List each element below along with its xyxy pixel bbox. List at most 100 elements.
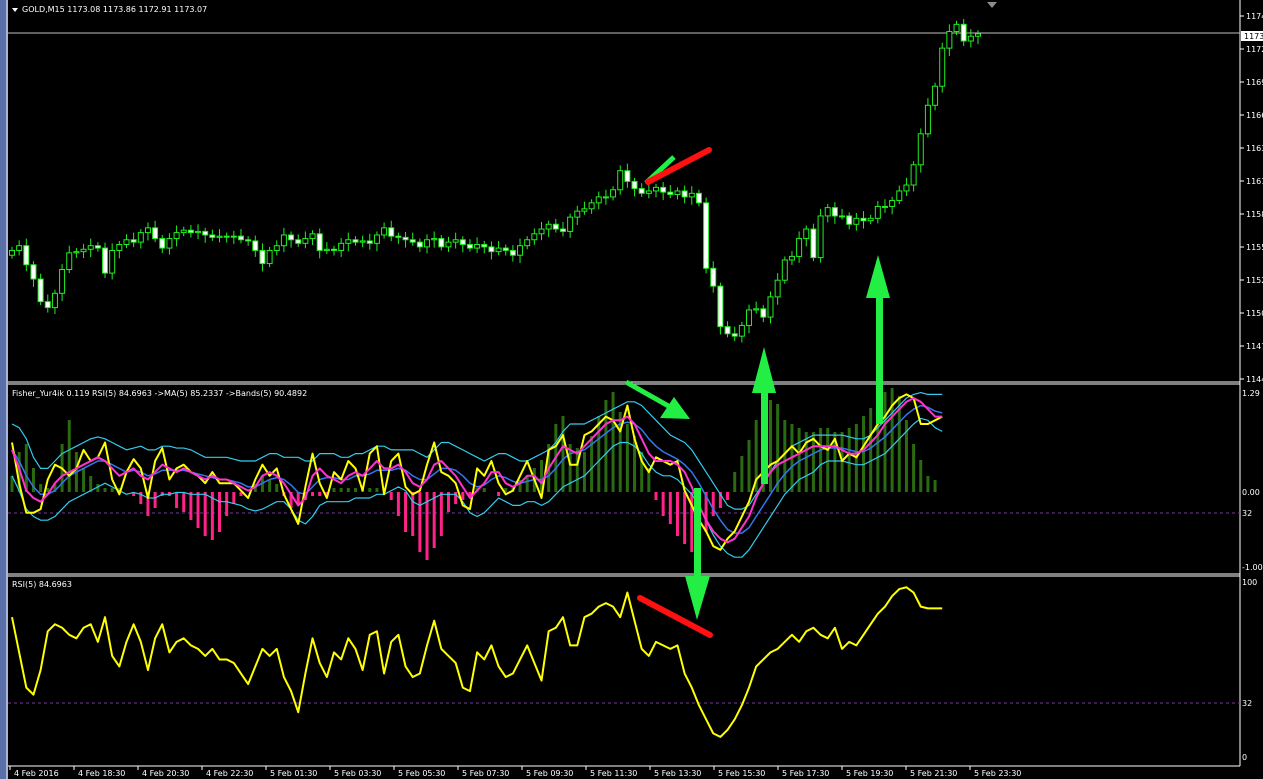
candle-body — [359, 240, 366, 243]
candle-body — [653, 186, 659, 192]
histogram-bar — [711, 492, 715, 516]
candle-body — [667, 191, 674, 196]
candle-body — [910, 164, 917, 186]
fisher-axis: 1.29 0.00 32 -1.00 — [1242, 389, 1263, 572]
candle-body — [939, 47, 946, 87]
candle-body — [538, 228, 545, 235]
candle-body — [488, 246, 495, 253]
scroll-marker-icon[interactable] — [987, 2, 997, 8]
candle-body — [9, 249, 15, 256]
rsi-line — [11, 586, 943, 738]
candle-body — [588, 202, 595, 210]
price-tick-label: 1169 — [1246, 78, 1263, 87]
candle-body — [481, 244, 488, 248]
candle-body — [867, 217, 874, 222]
candle-body — [674, 190, 681, 196]
candle-body — [331, 248, 337, 251]
time-tick-label: 4 Feb 2016 — [14, 769, 59, 778]
candle-body — [352, 239, 359, 243]
candle-body — [860, 217, 867, 222]
candle-body — [130, 239, 137, 243]
candle-body — [817, 215, 824, 259]
candle-body — [495, 247, 502, 253]
time-tick-label: 5 Feb 11:30 — [590, 769, 637, 778]
candle-body — [710, 267, 717, 287]
rsi-tick-label: 0 — [1242, 753, 1247, 762]
candle-body — [746, 309, 753, 326]
candle-body — [73, 251, 80, 254]
symbol-dropdown-icon[interactable] — [12, 8, 18, 12]
candle-body — [559, 228, 566, 232]
candle-body — [80, 248, 87, 253]
histogram-bar — [919, 460, 923, 492]
candle-body — [159, 238, 166, 249]
candle-body — [946, 30, 953, 49]
candle-body — [323, 248, 330, 251]
candle-body — [388, 227, 395, 237]
candle-body — [37, 278, 44, 303]
histogram-bar — [747, 440, 751, 492]
histogram-bar — [275, 484, 279, 492]
candle-body — [245, 239, 252, 242]
green-arrow-down — [694, 488, 701, 576]
histogram-bar — [482, 488, 486, 492]
candle-body — [288, 234, 295, 241]
candle-body — [445, 241, 452, 248]
candle-body — [924, 104, 931, 135]
candle-body — [846, 215, 853, 225]
candle-body — [424, 239, 431, 248]
histogram-bar — [153, 492, 157, 508]
candle-body — [209, 234, 216, 238]
time-tick-label: 5 Feb 23:30 — [974, 769, 1021, 778]
candle-body — [94, 245, 101, 249]
histogram-bar — [933, 480, 937, 492]
candle-body — [681, 190, 688, 198]
candle-body — [581, 208, 588, 212]
time-axis: 4 Feb 2016 4 Feb 18:30 4 Feb 20:30 4 Feb 22… — [8, 765, 1240, 778]
fisher-histogram — [10, 388, 937, 560]
time-tick-label: 5 Feb 17:30 — [782, 769, 829, 778]
histogram-bar — [332, 488, 336, 492]
histogram-bar — [525, 476, 529, 492]
candle-body — [788, 255, 795, 261]
histogram-bar — [375, 488, 379, 492]
histogram-bar — [869, 408, 873, 492]
candle-body — [595, 196, 602, 204]
candle-body — [452, 239, 459, 243]
histogram-bar — [683, 492, 687, 544]
histogram-bar — [819, 428, 823, 492]
candle-body — [66, 252, 73, 271]
candle-body — [803, 228, 810, 240]
candlestick-series — [9, 18, 981, 343]
candle-body — [810, 228, 817, 259]
candle-body — [438, 238, 445, 248]
candle-body — [402, 236, 409, 241]
histogram-bar — [611, 392, 615, 492]
candle-body — [109, 249, 116, 274]
candle-body — [509, 249, 516, 256]
candle-body — [617, 170, 624, 191]
green-arrow-up-1530 — [761, 392, 768, 484]
candle-body — [724, 326, 731, 335]
current-price-tag-label: 1173 — [1244, 32, 1263, 41]
green-arrowhead-fisher-diagonal — [660, 397, 690, 419]
candle-body — [195, 230, 202, 234]
histogram-bar — [196, 492, 200, 528]
price-tick-label: 1172 — [1246, 45, 1263, 54]
candle-body — [824, 207, 831, 217]
price-tick-label: 1174 — [1246, 12, 1263, 21]
histogram-bar — [582, 452, 586, 492]
candle-body — [624, 170, 631, 182]
candle-body — [180, 229, 187, 234]
candle-body — [932, 85, 939, 106]
time-tick-label: 5 Feb 19:30 — [846, 769, 893, 778]
histogram-bar — [218, 492, 222, 532]
histogram-bar — [346, 488, 350, 492]
histogram-bar — [404, 492, 408, 532]
candle-body — [695, 192, 702, 204]
trading-chart[interactable]: GOLD,M15 1173.08 1173.86 1172.91 1173.07… — [0, 0, 1263, 779]
histogram-bar — [740, 456, 744, 492]
histogram-bar — [726, 492, 730, 500]
candle-body — [259, 249, 266, 265]
price-axis: 1174 1172 1169 1166 1163 1161 1158 1155 1152 1150… — [1240, 12, 1263, 384]
